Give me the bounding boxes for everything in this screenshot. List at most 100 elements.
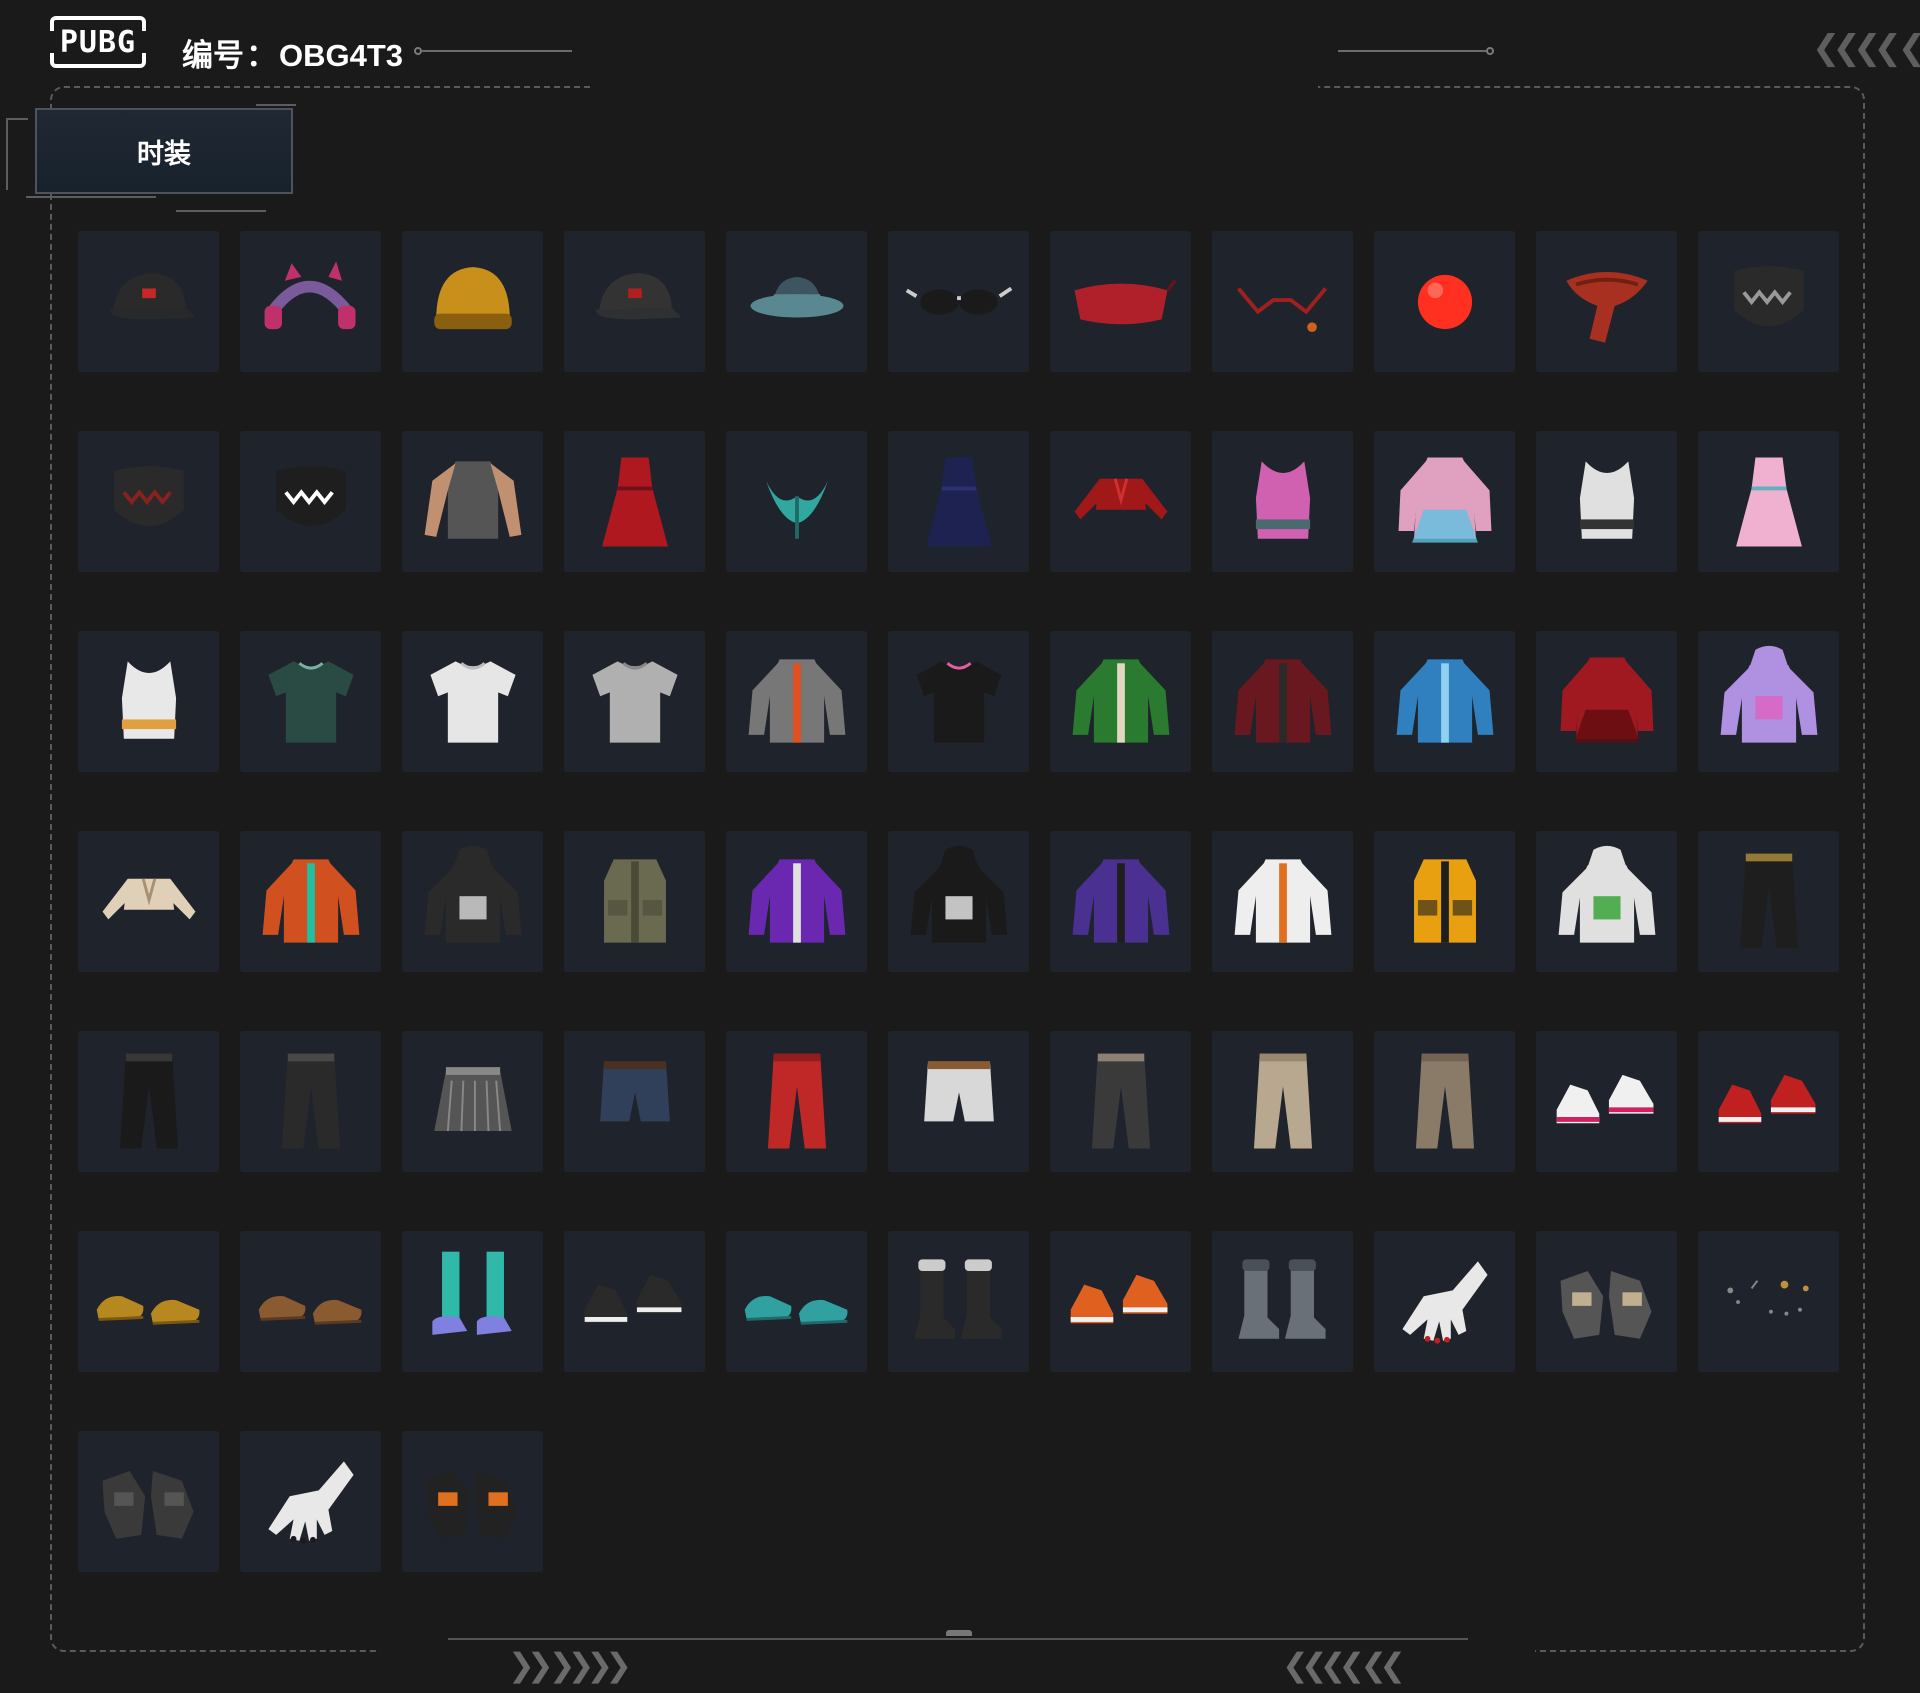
- black-white-hooded-jacket-icon: [424, 845, 521, 943]
- item-tile-purple-devil-hoodie[interactable]: [1698, 631, 1839, 772]
- red-crop-jacket-icon: [1074, 477, 1167, 519]
- item-tile-white-tshirt[interactable]: [402, 631, 543, 772]
- item-tile-wrapped-hand-bandages[interactable]: [78, 1431, 219, 1572]
- item-tile-pink-fur-holo-dress[interactable]: [1374, 431, 1515, 572]
- item-tile-holographic-blue-jacket[interactable]: [1374, 631, 1515, 772]
- item-tile-black-fur-boots[interactable]: [888, 1231, 1029, 1372]
- item-tile-sunglasses[interactable]: [888, 231, 1029, 372]
- id-prefix: 编号: [182, 38, 244, 73]
- red-track-pants-icon: [767, 1053, 826, 1148]
- item-tile-black-cargo-pants[interactable]: [240, 1031, 381, 1172]
- item-tile-pink-sequin-skirt-outfit[interactable]: [1698, 431, 1839, 572]
- item-tile-red-glasses-with-earring[interactable]: [1212, 231, 1353, 372]
- item-tile-miramar-studded-mask[interactable]: [1698, 231, 1839, 372]
- item-tile-orange-sneakers[interactable]: [1050, 1231, 1191, 1372]
- item-tile-shark-teeth-mask[interactable]: [240, 431, 381, 572]
- red-leather-coat-icon: [1560, 656, 1653, 743]
- item-tile-grey-orange-jacket[interactable]: [726, 631, 867, 772]
- item-tile-white-hand-red-nails[interactable]: [1374, 1231, 1515, 1372]
- white-sneakers-icon: [1556, 1074, 1653, 1123]
- red-high-tops-icon: [1718, 1074, 1815, 1123]
- item-tile-brown-pants[interactable]: [1374, 1031, 1515, 1172]
- item-tile-black-gold-pants[interactable]: [1698, 831, 1839, 972]
- item-tile-purple-cat-ear-headset[interactable]: [240, 231, 381, 372]
- item-tile-red-track-pants[interactable]: [726, 1031, 867, 1172]
- item-tile-dog-print-tshirt[interactable]: [888, 631, 1029, 772]
- scroll-handle[interactable]: [946, 1630, 972, 1636]
- item-tile-white-cargo-shorts[interactable]: [888, 1031, 1029, 1172]
- item-tile-teal-bucket-hat[interactable]: [726, 231, 867, 372]
- item-tile-orange-teal-jacket[interactable]: [240, 831, 381, 972]
- tab-fashion[interactable]: 时装: [35, 108, 293, 194]
- item-tile-camo-pants[interactable]: [1050, 1031, 1191, 1172]
- item-tile-fingerless-gloves[interactable]: [1536, 1231, 1677, 1372]
- teal-clogs-icon: [744, 1295, 847, 1325]
- item-tile-olive-tactical-vest[interactable]: [564, 831, 705, 972]
- black-orange-gloves-icon: [426, 1470, 518, 1539]
- purple-camo-jacket-icon: [1072, 858, 1169, 943]
- header-line-right: [1338, 50, 1486, 52]
- black-checkered-hoodie-icon: [910, 845, 1007, 943]
- item-tile-black-baseball-cap[interactable]: [78, 231, 219, 372]
- item-tile-beige-crop-jacket[interactable]: [78, 831, 219, 972]
- item-tile-black-cap-with-headphones[interactable]: [564, 231, 705, 372]
- item-tile-red-leather-coat[interactable]: [1536, 631, 1677, 772]
- item-tile-red-clown-nose[interactable]: [1374, 231, 1515, 372]
- item-tile-yellow-puffer-vest[interactable]: [1374, 831, 1515, 972]
- khaki-pants-icon: [1253, 1053, 1312, 1148]
- item-tile-white-sneakers[interactable]: [1536, 1031, 1677, 1172]
- item-tile-purple-varsity-jacket[interactable]: [726, 831, 867, 972]
- item-tile-red-high-tops[interactable]: [1698, 1031, 1839, 1172]
- item-tile-white-green-hoodie[interactable]: [1536, 831, 1677, 972]
- pubg-logo: PUBG: [49, 16, 147, 68]
- item-tile-grey-pleated-skirt[interactable]: [402, 1031, 543, 1172]
- white-tshirt-icon: [429, 660, 516, 743]
- red-eye-mask-icon: [1074, 279, 1176, 324]
- item-tile-white-orange-jacket[interactable]: [1212, 831, 1353, 972]
- orange-sneakers-icon: [1070, 1274, 1167, 1323]
- item-tile-white-hand-black-nails[interactable]: [240, 1431, 381, 1572]
- black-fur-boots-icon: [913, 1258, 1002, 1339]
- item-tile-white-sports-bra[interactable]: [1536, 431, 1677, 572]
- footer-line: [448, 1638, 1468, 1640]
- frame-gap-top: [590, 80, 1318, 94]
- bear-paw-slippers-icon: [258, 1295, 361, 1325]
- purple-cat-ear-headset-icon: [264, 260, 356, 329]
- item-tile-navy-qipao-dress[interactable]: [888, 431, 1029, 572]
- item-tile-black-leather-pants[interactable]: [78, 1031, 219, 1172]
- item-tile-teal-bikini-top[interactable]: [726, 431, 867, 572]
- orange-teal-jacket-icon: [262, 858, 359, 943]
- item-tile-white-rainbow-tank[interactable]: [78, 631, 219, 772]
- item-tile-green-puffer-jacket[interactable]: [1050, 631, 1191, 772]
- item-tile-checkered-socks-purple-clogs[interactable]: [402, 1231, 543, 1372]
- item-tile-tattoo-sleeve-shirt[interactable]: [402, 431, 543, 572]
- item-tile-grey-work-boots[interactable]: [1212, 1231, 1353, 1372]
- item-tile-red-slip-dress[interactable]: [564, 431, 705, 572]
- item-tile-maroon-leather-jacket[interactable]: [1212, 631, 1353, 772]
- black-white-sneakers-icon: [584, 1274, 681, 1323]
- item-tile-denim-shorts-with-leg[interactable]: [564, 1031, 705, 1172]
- item-tile-red-crop-jacket[interactable]: [1050, 431, 1191, 572]
- item-tile-bear-paw-slippers[interactable]: [240, 1231, 381, 1372]
- item-tile-khaki-pants[interactable]: [1212, 1031, 1353, 1172]
- item-tile-floral-shirt[interactable]: [240, 631, 381, 772]
- item-tile-red-eye-mask[interactable]: [1050, 231, 1191, 372]
- brown-pants-icon: [1415, 1053, 1474, 1148]
- fingerless-gloves-icon: [1560, 1270, 1652, 1339]
- item-tile-grey-tshirt[interactable]: [564, 631, 705, 772]
- item-tile-black-white-hooded-jacket[interactable]: [402, 831, 543, 972]
- item-tile-tan-shoes[interactable]: [78, 1231, 219, 1372]
- item-tile-yellow-beanie[interactable]: [402, 231, 543, 372]
- item-tile-earring-piercings[interactable]: [1698, 1231, 1839, 1372]
- maroon-leather-jacket-icon: [1234, 658, 1331, 743]
- item-tile-purple-camo-jacket[interactable]: [1050, 831, 1191, 972]
- item-tile-black-checkered-hoodie[interactable]: [888, 831, 1029, 972]
- item-tile-pink-sequin-top[interactable]: [1212, 431, 1353, 572]
- item-tile-red-bandana[interactable]: [1536, 231, 1677, 372]
- item-tile-teal-clogs[interactable]: [726, 1231, 867, 1372]
- black-baseball-cap-icon: [109, 272, 195, 319]
- item-tile-black-red-face-mask[interactable]: [78, 431, 219, 572]
- item-tile-black-white-sneakers[interactable]: [564, 1231, 705, 1372]
- item-tile-black-orange-gloves[interactable]: [402, 1431, 543, 1572]
- red-glasses-with-earring-icon: [1236, 286, 1327, 332]
